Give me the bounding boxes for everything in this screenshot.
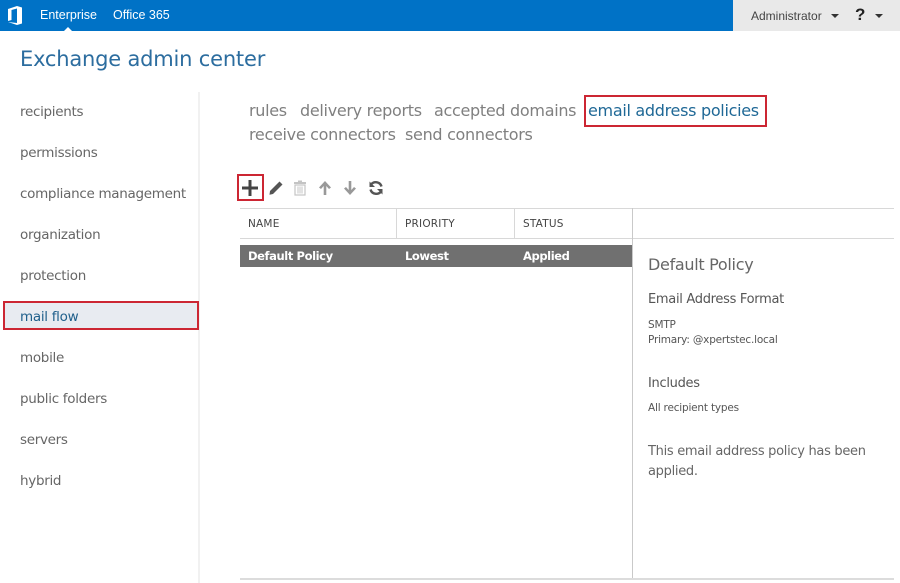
details-includes-heading: Includes: [648, 376, 700, 391]
add-icon: [242, 180, 258, 196]
app-title: Exchange admin center: [20, 47, 266, 71]
sidebar-item-mail-flow[interactable]: mail flow: [20, 309, 79, 325]
sidebar: recipients permissions compliance manage…: [0, 92, 200, 583]
sidebar-item-permissions[interactable]: permissions: [20, 145, 98, 161]
user-area: Administrator ?: [733, 0, 900, 31]
details-format-primary: Primary: @xpertstec.local: [648, 334, 778, 346]
details-format-type: SMTP: [648, 319, 676, 331]
sidebar-item-public-folders[interactable]: public folders: [20, 391, 107, 407]
list-header: NAME PRIORITY STATUS: [240, 208, 632, 239]
tab-send-connectors[interactable]: send connectors: [405, 125, 533, 144]
cell-status: Applied: [523, 249, 570, 263]
tab-accepted-domains[interactable]: accepted domains: [434, 101, 577, 120]
pane-divider: [632, 208, 633, 580]
sidebar-item-organization[interactable]: organization: [20, 227, 101, 243]
sidebar-item-compliance-management[interactable]: compliance management: [20, 186, 186, 202]
tab-receive-connectors[interactable]: receive connectors: [249, 125, 396, 144]
table-row[interactable]: Default Policy Lowest Applied: [240, 245, 632, 267]
sidebar-item-mobile[interactable]: mobile: [20, 350, 64, 366]
details-header: [633, 208, 894, 239]
details-status-message: This email address policy has been appli…: [648, 444, 866, 479]
move-up-button[interactable]: [314, 177, 336, 199]
details-title: Default Policy: [648, 255, 754, 274]
refresh-icon: [369, 180, 383, 196]
move-up-icon: [319, 181, 331, 195]
new-button[interactable]: [239, 177, 261, 199]
delete-button[interactable]: [289, 177, 311, 199]
sidebar-item-protection[interactable]: protection: [20, 268, 86, 284]
sidebar-item-hybrid[interactable]: hybrid: [20, 473, 61, 489]
tab-email-address-policies[interactable]: email address policies: [588, 101, 759, 120]
column-header-priority[interactable]: PRIORITY: [405, 218, 455, 230]
tab-rules[interactable]: rules: [249, 101, 287, 120]
policy-list: NAME PRIORITY STATUS Default Policy Lowe…: [240, 208, 632, 580]
delete-icon: [294, 180, 306, 196]
column-header-status[interactable]: STATUS: [523, 218, 564, 230]
sidebar-item-recipients[interactable]: recipients: [20, 104, 84, 120]
bottom-border: [240, 578, 894, 580]
edit-button[interactable]: [265, 177, 287, 199]
sidebar-item-servers[interactable]: servers: [20, 432, 68, 448]
edit-icon: [269, 181, 283, 195]
column-divider: [396, 209, 397, 239]
cell-priority: Lowest: [405, 249, 449, 263]
user-menu[interactable]: Administrator: [751, 9, 822, 23]
column-divider: [514, 209, 515, 239]
tab-delivery-reports[interactable]: delivery reports: [300, 101, 422, 120]
help-button[interactable]: ?: [855, 5, 865, 25]
move-down-icon: [344, 181, 356, 195]
cell-name: Default Policy: [248, 249, 333, 263]
chevron-down-icon[interactable]: [875, 14, 883, 18]
details-format-heading: Email Address Format: [648, 292, 784, 307]
office-logo-icon[interactable]: [7, 6, 23, 25]
top-bar: Enterprise Office 365 Administrator ?: [0, 0, 900, 31]
refresh-button[interactable]: [365, 177, 387, 199]
chevron-down-icon[interactable]: [831, 14, 839, 18]
nav-office-365[interactable]: Office 365: [113, 8, 170, 22]
active-nav-indicator: [64, 27, 72, 31]
details-includes-value: All recipient types: [648, 402, 739, 414]
nav-enterprise[interactable]: Enterprise: [40, 8, 97, 22]
column-header-name[interactable]: NAME: [248, 218, 280, 230]
move-down-button[interactable]: [339, 177, 361, 199]
